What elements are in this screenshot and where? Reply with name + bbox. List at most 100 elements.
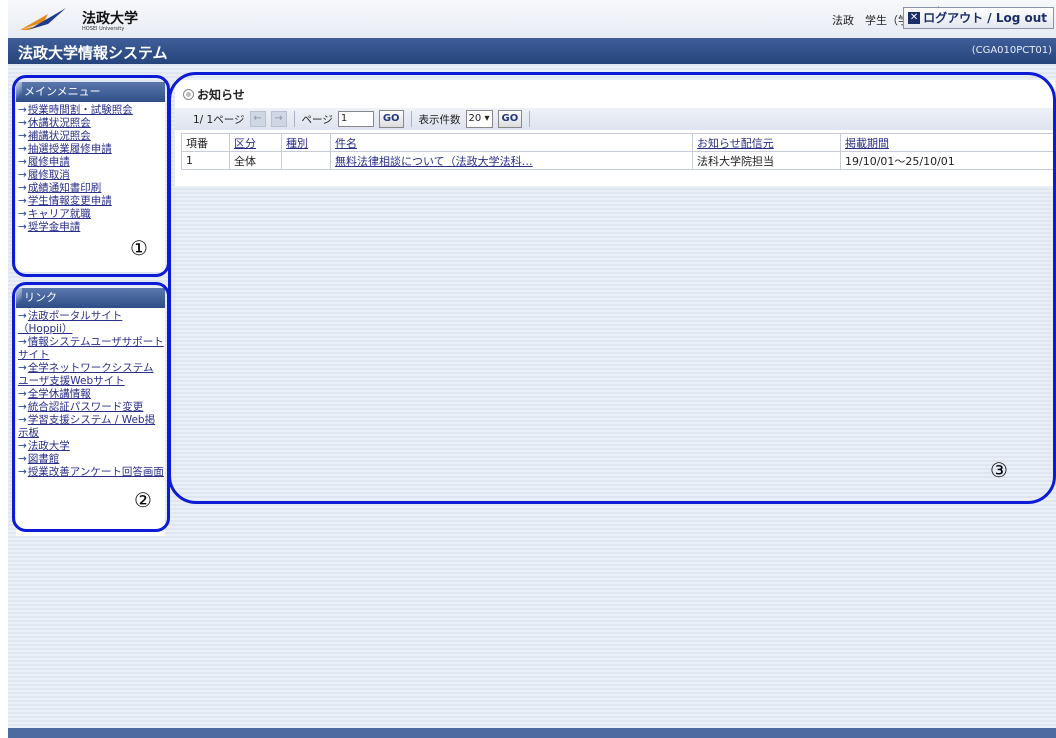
menu-item-career[interactable]: →キャリア就職 — [18, 208, 165, 221]
link-item-learning-system[interactable]: →学習支援システム / Web掲示板 — [18, 414, 165, 440]
sort-link-period[interactable]: 掲載期間 — [845, 137, 889, 150]
column-header-period[interactable]: 掲載期間 — [840, 133, 1054, 152]
logo-subtext: HOSEI University — [82, 26, 125, 32]
arrow-right-icon: → — [18, 143, 27, 155]
notice-subject-link[interactable]: 無料法律相談について（法政大学法科… — [335, 155, 533, 168]
sort-link-subject[interactable]: 件名 — [335, 137, 357, 150]
close-icon: ✕ — [908, 12, 921, 24]
next-page-button[interactable]: → — [270, 111, 287, 127]
menu-item-makeup-classes[interactable]: →補講状況照会 — [18, 130, 165, 143]
link-item-label[interactable]: 学習支援システム / Web掲示板 — [18, 414, 155, 439]
prev-page-button[interactable]: ← — [249, 111, 266, 127]
link-item-label[interactable]: 統合認証パスワード変更 — [28, 401, 144, 413]
column-header-category[interactable]: 区分 — [229, 133, 282, 152]
link-item-label[interactable]: 法政ポータルサイト （Hoppii） — [18, 310, 122, 335]
page-number-input[interactable]: 1 — [337, 111, 374, 127]
menu-item-cancellations[interactable]: →休講状況照会 — [18, 117, 165, 130]
arrow-right-icon: → — [18, 336, 27, 348]
link-item-label[interactable]: 情報システムユーザサポートサイト — [18, 336, 164, 361]
main-menu-list: →授業時間割・試験照会 →休講状況照会 →補講状況照会 →抽選授業履修申請 →履… — [16, 102, 165, 234]
menu-item-label[interactable]: 学生情報変更申請 — [28, 195, 112, 207]
arrow-right-icon: → — [18, 453, 27, 465]
notices-title: お知らせ — [197, 88, 245, 102]
menu-item-label[interactable]: 履修申請 — [28, 156, 70, 168]
link-item-support-site[interactable]: →情報システムユーザサポートサイト — [18, 336, 165, 362]
arrow-right-icon: → — [18, 401, 27, 413]
menu-item-student-info-change[interactable]: →学生情報変更申請 — [18, 195, 165, 208]
notices-panel: お知らせ 1/ 1ページ ← → ページ 1 GO 表示件数 20 ▾ GO 項… — [175, 80, 1055, 186]
annotation-label-2: ② — [134, 488, 152, 512]
logout-button[interactable]: ✕ ログアウト / Log out — [903, 7, 1054, 29]
per-page-select[interactable]: 20 ▾ — [465, 110, 493, 128]
menu-item-label[interactable]: 授業時間割・試験照会 — [28, 104, 133, 116]
column-header-sender[interactable]: お知らせ配信元 — [692, 133, 841, 152]
link-item-library[interactable]: →図書館 — [18, 453, 165, 466]
page-label: ページ — [301, 113, 333, 126]
pager-divider — [410, 111, 412, 127]
column-header-subject[interactable]: 件名 — [330, 133, 693, 152]
cell-type — [281, 151, 331, 170]
arrow-right-icon: → — [18, 208, 27, 220]
menu-item-timetable[interactable]: →授業時間割・試験照会 — [18, 104, 165, 117]
menu-item-scholarship[interactable]: →奨学金申請 — [18, 221, 165, 234]
links-heading: リンク — [16, 288, 165, 308]
hosei-logo[interactable]: 法政大学 HOSEI University — [18, 4, 158, 34]
page-info: 1/ 1ページ — [193, 113, 245, 126]
link-item-cancellation-info[interactable]: →全学休講情報 — [18, 388, 165, 401]
logout-label: ログアウト / Log out — [923, 11, 1047, 25]
cell-sender: 法科大学院担当 — [692, 151, 841, 170]
arrow-right-icon: → — [18, 104, 27, 116]
menu-item-label[interactable]: 休講状況照会 — [28, 117, 91, 129]
menu-item-label[interactable]: 補講状況照会 — [28, 130, 91, 142]
link-item-label[interactable]: 全学ネットワークシステム ユーザ支援Webサイト — [18, 362, 154, 387]
arrow-right-icon: → — [18, 310, 27, 322]
arrow-right-icon: → — [18, 414, 27, 426]
menu-item-course-registration[interactable]: →履修申請 — [18, 156, 165, 169]
per-page-label: 表示件数 — [418, 113, 461, 126]
menu-item-course-withdrawal[interactable]: →履修取消 — [18, 169, 165, 182]
menu-item-grade-report[interactable]: →成績通知書印刷 — [18, 182, 165, 195]
link-item-label[interactable]: 法政大学 — [28, 440, 70, 452]
sort-link-sender[interactable]: お知らせ配信元 — [697, 137, 774, 150]
chevron-down-icon: ▾ — [484, 113, 490, 124]
arrow-right-icon: → — [18, 362, 27, 374]
menu-item-label[interactable]: 成績通知書印刷 — [28, 182, 102, 194]
arrow-right-icon: → — [18, 117, 27, 129]
link-item-label[interactable]: 全学休講情報 — [28, 388, 91, 400]
column-header-type[interactable]: 種別 — [281, 133, 331, 152]
link-item-password-change[interactable]: →統合認証パスワード変更 — [18, 401, 165, 414]
pager-divider — [529, 111, 531, 127]
sort-link-type[interactable]: 種別 — [286, 137, 308, 150]
cell-category: 全体 — [229, 151, 282, 170]
link-item-label[interactable]: 図書館 — [28, 453, 60, 465]
arrow-right-icon: → — [18, 182, 27, 194]
table-row: 1 全体 無料法律相談について（法政大学法科… 法科大学院担当 19/10/01… — [181, 151, 1054, 170]
link-item-portal[interactable]: →法政ポータルサイト （Hoppii） — [18, 310, 165, 336]
pager-bar: 1/ 1ページ ← → ページ 1 GO 表示件数 20 ▾ GO — [175, 108, 1055, 130]
link-item-course-survey[interactable]: →授業改善アンケート回答画面 — [18, 466, 165, 479]
pager-divider — [293, 111, 295, 127]
menu-item-lottery-registration[interactable]: →抽選授業履修申請 — [18, 143, 165, 156]
system-titlebar: 法政大学情報システム (CGA010PCT01) — [8, 38, 1056, 64]
arrow-right-icon: → — [18, 130, 27, 142]
link-item-label[interactable]: 授業改善アンケート回答画面 — [28, 466, 164, 478]
table-header-row: 項番 区分 種別 件名 お知らせ配信元 掲載期間 — [181, 133, 1054, 152]
top-header: 法政大学 HOSEI University 法政 学生（学生） ✕ ログアウト … — [8, 0, 1056, 39]
arrow-right-icon: → — [18, 156, 27, 168]
per-page-go-button[interactable]: GO — [497, 110, 523, 128]
annotation-label-1: ① — [130, 236, 148, 260]
page-go-button[interactable]: GO — [378, 110, 404, 128]
link-item-hosei-university[interactable]: →法政大学 — [18, 440, 165, 453]
menu-item-label[interactable]: 抽選授業履修申請 — [28, 143, 112, 155]
menu-item-label[interactable]: 奨学金申請 — [28, 221, 81, 233]
cell-subject: 無料法律相談について（法政大学法科… — [330, 151, 693, 170]
screen-code: (CGA010PCT01) — [971, 45, 1052, 56]
sort-link-category[interactable]: 区分 — [234, 137, 256, 150]
menu-item-label[interactable]: 履修取消 — [28, 169, 70, 181]
system-title: 法政大学情報システム — [18, 44, 168, 62]
logo-bird-icon — [20, 8, 66, 30]
notices-table: 項番 区分 種別 件名 お知らせ配信元 掲載期間 1 全体 無料法律相談について… — [181, 133, 1054, 170]
menu-item-label[interactable]: キャリア就職 — [28, 208, 91, 220]
logo-text: 法政大学 — [82, 11, 138, 27]
link-item-network-support[interactable]: →全学ネットワークシステム ユーザ支援Webサイト — [18, 362, 165, 388]
